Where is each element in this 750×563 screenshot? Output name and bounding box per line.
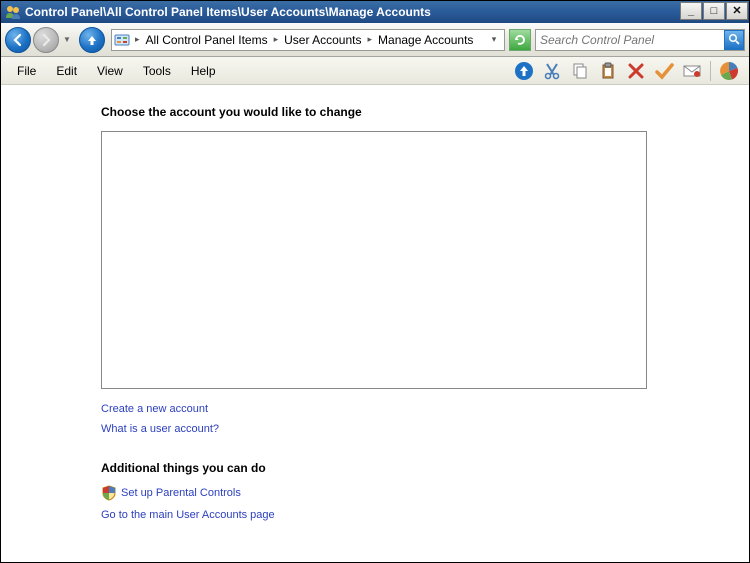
breadcrumb-item[interactable]: All Control Panel Items <box>142 33 272 47</box>
link-parental-controls[interactable]: Set up Parental Controls <box>121 487 241 499</box>
address-bar[interactable]: ▸ All Control Panel Items ▸ User Account… <box>111 29 505 51</box>
menu-help[interactable]: Help <box>181 61 226 81</box>
forward-button[interactable] <box>33 27 59 53</box>
upload-icon[interactable] <box>512 59 536 83</box>
minimize-button[interactable]: _ <box>680 2 702 20</box>
copy-icon[interactable] <box>568 59 592 83</box>
search-box <box>535 29 745 51</box>
content-area: Choose the account you would like to cha… <box>1 85 749 527</box>
breadcrumb-item[interactable]: User Accounts <box>280 33 365 47</box>
check-icon[interactable] <box>652 59 676 83</box>
separator <box>710 61 711 81</box>
chevron-right-icon[interactable]: ▸ <box>133 34 142 45</box>
search-button[interactable] <box>724 30 744 50</box>
control-panel-icon <box>114 32 130 48</box>
search-input[interactable] <box>536 33 724 47</box>
pie-chart-icon[interactable] <box>717 59 741 83</box>
breadcrumb-item[interactable]: Manage Accounts <box>374 33 477 47</box>
link-create-account[interactable]: Create a new account <box>101 403 208 415</box>
chevron-right-icon[interactable]: ▸ <box>366 34 375 45</box>
window-title: Control Panel\All Control Panel Items\Us… <box>25 5 680 19</box>
menu-bar: File Edit View Tools Help <box>1 57 749 85</box>
additional-heading: Additional things you can do <box>101 461 749 475</box>
shield-icon <box>101 485 117 501</box>
mail-icon[interactable] <box>680 59 704 83</box>
link-what-is-account[interactable]: What is a user account? <box>101 423 219 435</box>
close-button[interactable]: ✕ <box>726 2 748 20</box>
paste-icon[interactable] <box>596 59 620 83</box>
window-titlebar: Control Panel\All Control Panel Items\Us… <box>1 1 749 23</box>
navigation-bar: ▼ ▸ All Control Panel Items ▸ User Accou… <box>1 23 749 57</box>
up-button[interactable] <box>79 27 105 53</box>
delete-icon[interactable] <box>624 59 648 83</box>
menu-tools[interactable]: Tools <box>133 61 181 81</box>
menu-file[interactable]: File <box>7 61 46 81</box>
menu-view[interactable]: View <box>87 61 133 81</box>
page-heading: Choose the account you would like to cha… <box>101 105 749 119</box>
window-controls: _ □ ✕ <box>680 1 749 23</box>
back-button[interactable] <box>5 27 31 53</box>
address-dropdown[interactable]: ▾ <box>486 34 502 45</box>
cut-icon[interactable] <box>540 59 564 83</box>
history-dropdown[interactable]: ▼ <box>61 27 73 53</box>
app-icon <box>5 4 21 20</box>
menu-edit[interactable]: Edit <box>46 61 87 81</box>
accounts-list-box[interactable] <box>101 131 647 389</box>
link-main-user-accounts[interactable]: Go to the main User Accounts page <box>101 509 275 521</box>
refresh-button[interactable] <box>509 29 531 51</box>
maximize-button[interactable]: □ <box>703 2 725 20</box>
chevron-right-icon[interactable]: ▸ <box>272 34 281 45</box>
